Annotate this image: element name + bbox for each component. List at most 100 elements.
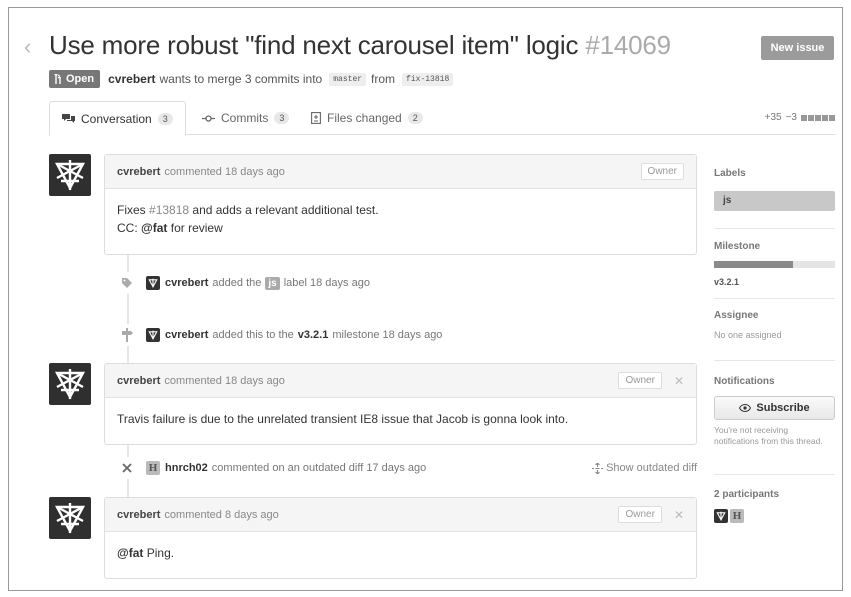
show-outdated-diff-button[interactable]: Show outdated diff [592, 462, 697, 474]
state-badge: Open [49, 70, 101, 88]
close-icon[interactable]: ✕ [674, 508, 684, 522]
issue-link[interactable]: #13818 [149, 203, 189, 217]
comment-text: Fixes [117, 203, 146, 217]
owner-badge: Owner [618, 372, 662, 389]
git-pull-request-icon [54, 73, 61, 84]
new-issue-button[interactable]: New issue [761, 36, 834, 60]
diffstat-bar [801, 114, 835, 121]
head-branch[interactable]: fix-13818 [402, 72, 454, 86]
tab-files-changed-count: 2 [407, 112, 423, 124]
participant-avatar[interactable]: H [730, 509, 744, 523]
eye-icon [739, 404, 752, 412]
show-outdated-diff-label: Show outdated diff [606, 462, 697, 474]
owner-badge: Owner [640, 163, 684, 180]
avatar[interactable] [49, 497, 91, 539]
notifications-heading: Notifications [714, 376, 775, 387]
sidebar: Labels js Milestone v3.2.1 Assignee No o… [714, 163, 835, 523]
comment-discussion-icon [62, 114, 75, 123]
pr-author-link[interactable]: cvrebert [108, 72, 155, 86]
labels-heading[interactable]: Labels [714, 168, 835, 179]
milestone-icon [116, 324, 138, 346]
diffstat: +35 −3 [765, 112, 835, 123]
user-mention[interactable]: @fat [141, 221, 167, 235]
notifications-section: Notifications Subscribe You're not recei… [714, 361, 835, 475]
comment-text: Travis failure is due to the unrelated t… [117, 412, 569, 426]
pr-state-row: Open cvrebert wants to merge 3 commits i… [49, 70, 458, 88]
comment-time[interactable]: commented 18 days ago [164, 375, 284, 387]
event-text: milestone 18 days ago [332, 329, 443, 341]
comment-body: Travis failure is due to the unrelated t… [105, 398, 696, 442]
cvrebert-avatar-icon [54, 369, 86, 400]
comment-text: for review [170, 221, 223, 235]
merge-text: wants to merge 3 commits into [159, 72, 323, 86]
cvrebert-avatar-icon [54, 503, 86, 534]
participant-avatar[interactable] [714, 509, 728, 523]
tab-conversation-count: 3 [157, 112, 173, 125]
tab-files-changed[interactable]: Files changed 2 [311, 101, 423, 135]
pr-tabs: Conversation 3 Commits 3 Files changed 2… [49, 101, 835, 136]
avatar[interactable] [146, 328, 160, 342]
milestone-section: Milestone v3.2.1 [714, 229, 835, 299]
event-text: added the [212, 277, 262, 289]
comment-author[interactable]: cvrebert [117, 166, 160, 178]
milestone-progress-bar [714, 261, 835, 268]
comment-time[interactable]: commented 8 days ago [164, 509, 278, 521]
base-branch[interactable]: master [329, 72, 367, 86]
user-mention[interactable]: @fat [117, 546, 143, 560]
milestone-heading[interactable]: Milestone [714, 241, 835, 252]
assignee-heading[interactable]: Assignee [714, 310, 835, 321]
tag-icon [116, 272, 138, 294]
state-badge-label: Open [66, 73, 95, 85]
subscribe-label: Subscribe [756, 402, 810, 414]
participants-list: H [714, 509, 835, 523]
comment-header: cvrebert commented 18 days ago Owner ✕ [105, 364, 696, 398]
label-pill[interactable]: js [265, 276, 280, 290]
milestone-event: cvrebert added this to the v3.2.1 milest… [105, 322, 697, 348]
event-author[interactable]: cvrebert [165, 329, 208, 341]
tab-conversation-label: Conversation [81, 111, 152, 126]
comment-text: Ping. [146, 546, 175, 560]
participants-section: 2 participants H [714, 475, 835, 523]
close-icon[interactable]: ✕ [674, 374, 684, 388]
x-icon [116, 457, 138, 479]
event-author[interactable]: cvrebert [165, 277, 208, 289]
comment-text: and adds a relevant additional test. [192, 203, 379, 217]
milestone-name[interactable]: v3.2.1 [714, 277, 835, 287]
comment-time[interactable]: commented 18 days ago [164, 166, 284, 178]
tab-commits-count: 3 [274, 112, 290, 124]
comment-header: cvrebert commented 18 days ago Owner [105, 155, 696, 189]
diffstat-additions: +35 [764, 112, 782, 123]
comment-text: CC: [117, 221, 138, 235]
sidebar-label-js[interactable]: js [714, 191, 835, 211]
comment-author[interactable]: cvrebert [117, 509, 160, 521]
event-text: commented on an outdated diff 17 days ag… [211, 462, 427, 474]
git-commit-icon [202, 114, 215, 122]
milestone-progress-fill [714, 261, 793, 268]
file-diff-icon [311, 112, 321, 124]
event-author[interactable]: hnrch02 [165, 462, 208, 474]
pr-title: Use more robust "find next carousel item… [49, 30, 579, 60]
comment-3: cvrebert commented 8 days ago Owner ✕ @f… [104, 497, 697, 579]
page-title: Use more robust "find next carousel item… [49, 30, 671, 61]
event-text: added this to the [212, 329, 294, 341]
avatar[interactable] [146, 276, 160, 290]
back-chevron-icon[interactable]: ‹ [24, 36, 31, 58]
label-event: cvrebert added the js label 18 days ago [105, 270, 697, 296]
notifications-note: You're not receiving notifications from … [714, 425, 823, 446]
labels-section: Labels js [714, 163, 835, 229]
participants-heading: 2 participants [714, 489, 780, 500]
avatar[interactable] [49, 363, 91, 405]
unfold-icon [592, 462, 604, 474]
avatar[interactable] [49, 154, 91, 196]
comment-author[interactable]: cvrebert [117, 375, 160, 387]
tab-conversation[interactable]: Conversation 3 [49, 101, 186, 136]
milestone-link[interactable]: v3.2.1 [298, 329, 329, 341]
tab-commits[interactable]: Commits 3 [202, 101, 290, 135]
subscribe-button[interactable]: Subscribe [714, 396, 835, 420]
owner-badge: Owner [618, 506, 662, 523]
comment-body: @fat Ping. [105, 532, 696, 576]
comment-2: cvrebert commented 18 days ago Owner ✕ T… [104, 363, 697, 445]
tab-files-changed-label: Files changed [327, 111, 402, 125]
avatar[interactable]: H [146, 461, 160, 475]
from-text: from [371, 72, 396, 86]
